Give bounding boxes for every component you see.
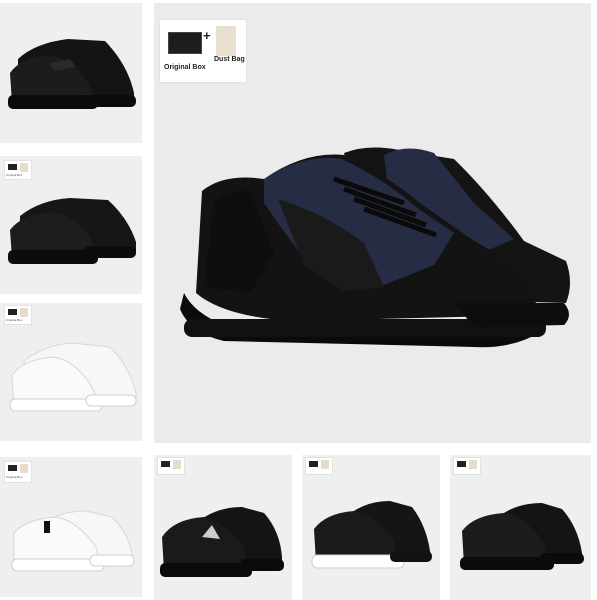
thumbnail-3[interactable]: Original Box (0, 303, 142, 441)
box-label: Original Box (164, 64, 206, 71)
bag-label: Dust Bag (214, 56, 245, 63)
sneaker-black-image (0, 3, 142, 143)
mini-badge: Original Box (4, 160, 32, 180)
mini-badge (157, 457, 185, 475)
plus-sign: + (203, 28, 211, 43)
thumbnail-6[interactable] (302, 455, 440, 600)
packaging-badge: + Original Box Dust Bag (159, 19, 247, 83)
sneaker-black-white-sole-image (302, 455, 440, 600)
box-icon (168, 32, 202, 54)
thumbnail-4[interactable]: Original Box (0, 457, 142, 597)
mini-badge: Original Box (4, 305, 32, 325)
thumbnail-1[interactable] (0, 3, 142, 143)
mini-box-label: Original Box (6, 475, 23, 479)
mini-badge (305, 457, 333, 475)
mini-badge (453, 457, 481, 475)
thumbnail-2[interactable]: Original Box (0, 156, 142, 294)
sneaker-black-leather-2-image (450, 455, 591, 600)
sneaker-black-triangle-logo-image (154, 455, 292, 600)
mini-badge: Original Box (4, 461, 32, 483)
dust-bag-icon (216, 26, 236, 56)
thumbnail-7[interactable] (450, 455, 591, 600)
main-product-image[interactable]: + Original Box Dust Bag (154, 3, 591, 443)
mini-box-label: Original Box (6, 173, 23, 177)
mini-box-label: Original Box (6, 318, 23, 322)
thumbnail-5[interactable] (154, 455, 292, 600)
